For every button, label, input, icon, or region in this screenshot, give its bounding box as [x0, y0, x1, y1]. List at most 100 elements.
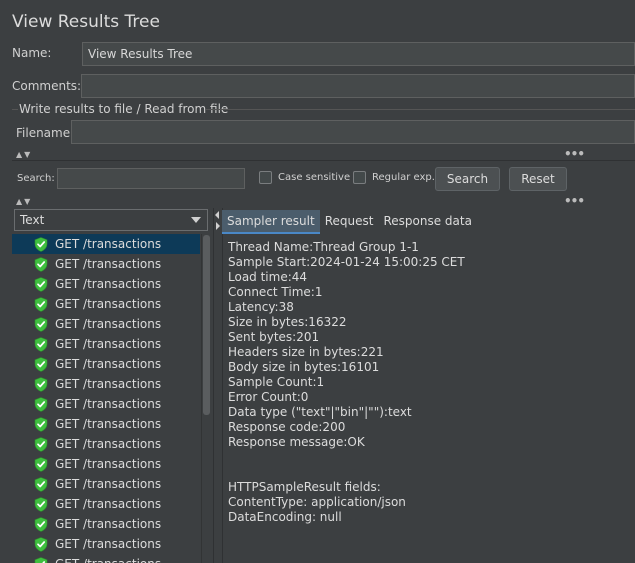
group-border-right — [206, 109, 635, 110]
chevron-left-icon[interactable] — [215, 211, 219, 219]
tree-item-label: GET /transactions — [55, 337, 162, 351]
tree-item[interactable]: GET /transactions — [12, 294, 200, 314]
collapse-arrows-icon[interactable]: ▲▼ — [16, 150, 32, 159]
name-label: Name: — [12, 46, 52, 60]
tree-item-label: GET /transactions — [55, 517, 162, 531]
reset-button[interactable]: Reset — [509, 167, 567, 191]
tree-item-label: GET /transactions — [55, 437, 162, 451]
tree-item-label: GET /transactions — [55, 477, 162, 491]
renderer-select[interactable]: Text — [14, 209, 208, 231]
page-title: View Results Tree — [12, 12, 160, 32]
tree-item[interactable]: GET /transactions — [12, 434, 200, 454]
result-tabs: Sampler result Request Response data — [222, 210, 477, 234]
tree-item[interactable]: GET /transactions — [12, 494, 200, 514]
tree-item-label: GET /transactions — [55, 277, 162, 291]
tree-item-label: GET /transactions — [55, 397, 162, 411]
tree-item-label: GET /transactions — [55, 357, 162, 371]
result-line: Body size in bytes:16101 — [228, 360, 380, 374]
tree-item[interactable]: GET /transactions — [12, 534, 200, 554]
tree-item-label: GET /transactions — [55, 257, 162, 271]
tree-item[interactable]: GET /transactions — [12, 514, 200, 534]
shield-check-icon — [34, 556, 48, 563]
result-line: Load time:44 — [228, 270, 308, 284]
sampler-result-text: Thread Name:Thread Group 1-1 Sample Start… — [228, 240, 465, 525]
result-line — [228, 465, 465, 480]
tree-item-label: GET /transactions — [55, 237, 162, 251]
result-line: Headers size in bytes:221 — [228, 345, 384, 359]
tree-item[interactable]: GET /transactions — [12, 254, 200, 274]
shield-check-icon — [34, 236, 48, 252]
tree-item-label: GET /transactions — [55, 417, 162, 431]
result-line: Response code:200 — [228, 420, 346, 434]
tree-item-label: GET /transactions — [55, 377, 162, 391]
tree-item[interactable]: GET /transactions — [12, 234, 200, 254]
filename-field[interactable] — [71, 120, 635, 144]
write-results-legend: Write results to file / Read from file — [19, 102, 229, 116]
result-line: Error Count:0 — [228, 390, 309, 404]
tree-item[interactable]: GET /transactions — [12, 374, 200, 394]
case-sensitive-label: Case sensitive — [278, 172, 351, 183]
result-line: Response message:OK — [228, 435, 365, 449]
result-line — [228, 450, 465, 465]
tree-scrollbar-thumb[interactable] — [203, 235, 210, 415]
tree-item[interactable]: GET /transactions — [12, 554, 200, 563]
name-field[interactable]: View Results Tree — [82, 42, 635, 66]
result-line: HTTPSampleResult fields: — [228, 480, 381, 494]
tree-item-label: GET /transactions — [55, 554, 161, 563]
chevron-right-icon[interactable] — [216, 222, 220, 230]
shield-check-icon — [34, 276, 48, 292]
renderer-selected-value: Text — [20, 213, 45, 227]
search-input[interactable] — [57, 168, 245, 189]
more-dots-icon[interactable]: ••• — [564, 147, 585, 161]
tree-item[interactable]: GET /transactions — [12, 314, 200, 334]
tree-item-label: GET /transactions — [55, 497, 162, 511]
results-tree[interactable]: GET /transactions GET /transactions GET /t… — [12, 234, 200, 563]
tree-item[interactable]: GET /transactions — [12, 474, 200, 494]
result-line: DataEncoding: null — [228, 510, 342, 524]
shield-check-icon — [34, 536, 48, 552]
shield-check-icon — [34, 456, 48, 472]
tree-item[interactable]: GET /transactions — [12, 414, 200, 434]
split-pane-divider[interactable] — [213, 208, 223, 563]
tab-sampler-result[interactable]: Sampler result — [222, 210, 320, 234]
divider — [12, 160, 635, 161]
shield-check-icon — [34, 476, 48, 492]
shield-check-icon — [34, 256, 48, 272]
more-dots-icon[interactable]: ••• — [564, 194, 585, 208]
tree-item[interactable]: GET /transactions — [12, 354, 200, 374]
tree-item[interactable]: GET /transactions — [12, 394, 200, 414]
shield-check-icon — [34, 516, 48, 532]
tab-request[interactable]: Request — [320, 210, 379, 234]
collapse-arrows-icon[interactable]: ▲▼ — [16, 197, 32, 206]
shield-check-icon — [34, 316, 48, 332]
chevron-down-icon — [191, 217, 201, 223]
group-border-left — [12, 109, 18, 110]
shield-check-icon — [34, 336, 48, 352]
regular-exp-label: Regular exp. — [372, 172, 435, 183]
tab-response-data[interactable]: Response data — [378, 210, 476, 234]
result-line: Sample Count:1 — [228, 375, 325, 389]
tree-item-label: GET /transactions — [55, 317, 162, 331]
tree-item-label: GET /transactions — [55, 297, 162, 311]
result-line: Latency:38 — [228, 300, 294, 314]
shield-check-icon — [34, 396, 48, 412]
result-line: Sample Start:2024-01-24 15:00:25 CET — [228, 255, 465, 269]
result-line: ContentType: application/json — [228, 495, 406, 509]
tree-item[interactable]: GET /transactions — [12, 334, 200, 354]
case-sensitive-checkbox[interactable] — [259, 171, 272, 184]
search-button[interactable]: Search — [435, 167, 500, 191]
result-line: Thread Name:Thread Group 1-1 — [228, 240, 419, 254]
shield-check-icon — [34, 356, 48, 372]
filename-label: Filename — [16, 126, 71, 140]
comments-field[interactable] — [81, 74, 635, 98]
shield-check-icon — [34, 436, 48, 452]
shield-check-icon — [34, 496, 48, 512]
result-line: Sent bytes:201 — [228, 330, 320, 344]
comments-label: Comments: — [12, 79, 82, 93]
tree-item[interactable]: GET /transactions — [12, 274, 200, 294]
tree-item[interactable]: GET /transactions — [12, 454, 200, 474]
tree-item-label: GET /transactions — [55, 457, 162, 471]
tree-item-label: GET /transactions — [55, 537, 162, 551]
result-line: Data type ("text"|"bin"|""):text — [228, 405, 412, 419]
regular-exp-checkbox[interactable] — [353, 171, 366, 184]
